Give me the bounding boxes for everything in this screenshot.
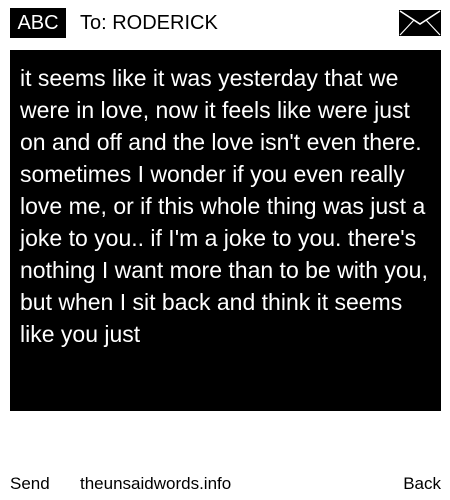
message-body-area[interactable]: it seems like it was yesterday that we w… <box>10 50 441 411</box>
input-mode-badge: ABC <box>10 8 66 38</box>
message-body-text: it seems like it was yesterday that we w… <box>20 65 428 347</box>
back-button[interactable]: Back <box>403 473 441 495</box>
recipient-field: To: RODERICK <box>80 12 218 34</box>
site-label: theunsaidwords.info <box>80 474 232 493</box>
envelope-icon <box>399 10 441 36</box>
send-button[interactable]: Send <box>10 473 50 495</box>
